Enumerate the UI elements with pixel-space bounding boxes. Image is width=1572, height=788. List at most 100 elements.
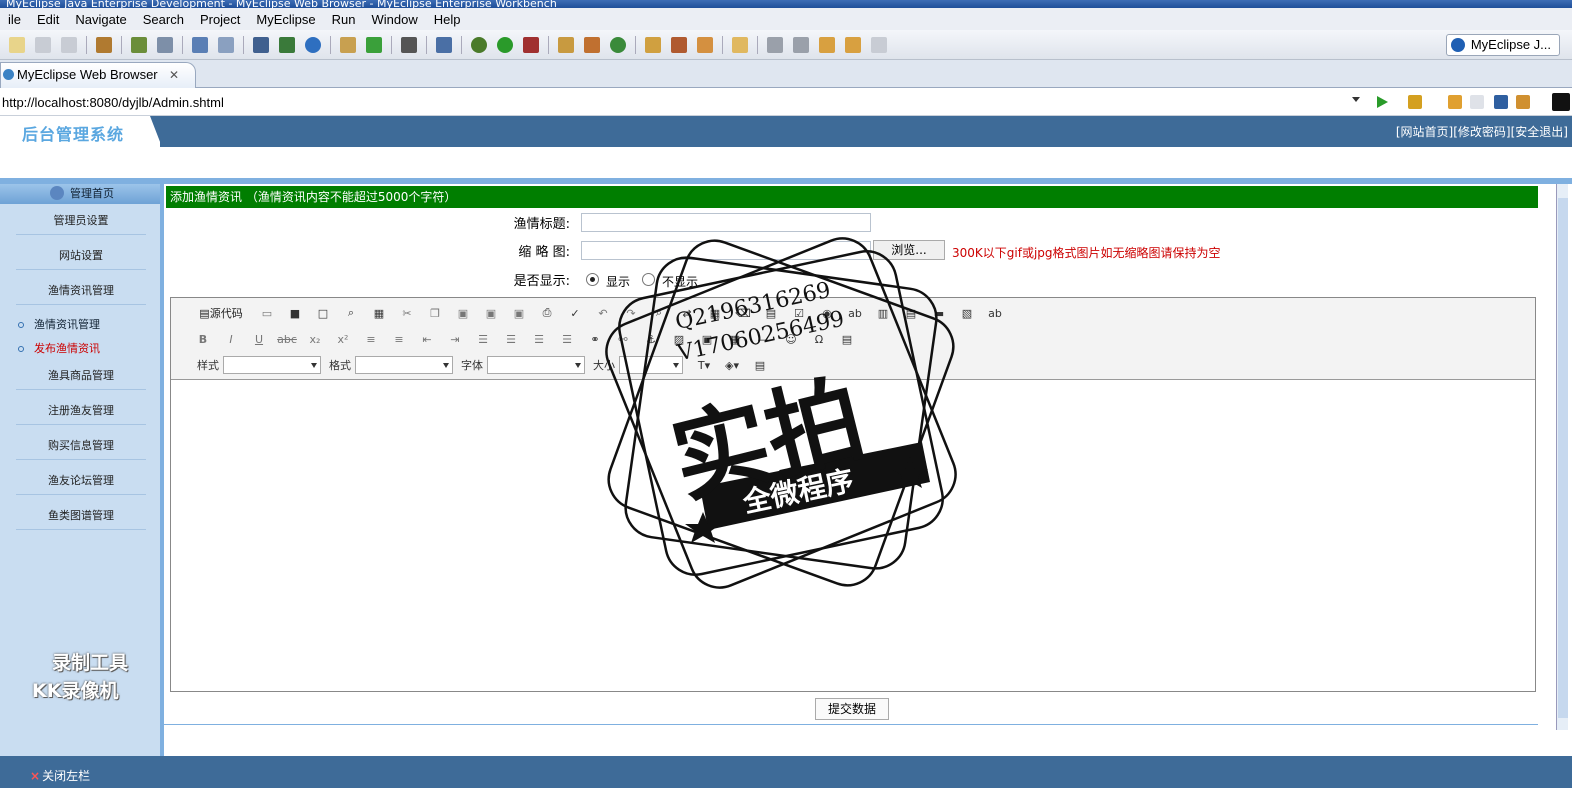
paste-text-icon[interactable]: ▣ xyxy=(480,303,502,323)
link-logout[interactable]: [安全退出] xyxy=(1511,125,1568,139)
table-icon[interactable]: ▦ xyxy=(724,329,746,349)
vertical-scrollbar[interactable] xyxy=(1556,184,1568,730)
globe-icon[interactable] xyxy=(305,36,321,53)
print-preview-icon[interactable]: ⌕ xyxy=(340,303,362,323)
select-all-icon[interactable]: ▦ xyxy=(704,303,726,323)
sidebar-item-purchases[interactable]: 购买信息管理 xyxy=(16,432,146,460)
folder-icon[interactable] xyxy=(340,36,356,53)
forward-icon[interactable] xyxy=(1470,95,1484,109)
forward-icon[interactable] xyxy=(871,36,887,53)
hr-icon[interactable]: — xyxy=(752,329,774,349)
pagebreak-icon[interactable]: ▤ xyxy=(836,329,858,349)
justify-icon[interactable]: ☰ xyxy=(556,329,578,349)
perspective-switcher[interactable]: MyEclipse J... xyxy=(1445,34,1560,56)
export-icon[interactable] xyxy=(279,36,295,53)
sidebar-subitem-publish-news[interactable]: 发布渔情资讯 xyxy=(18,340,100,356)
preview-icon[interactable]: ▭ xyxy=(256,303,278,323)
menu-search[interactable]: Search xyxy=(135,12,192,27)
sidebar-item-fishing-news[interactable]: 渔情资讯管理 xyxy=(16,277,146,305)
spellcheck-icon[interactable]: ✓ xyxy=(564,303,586,323)
unlink-icon[interactable]: ⚯ xyxy=(612,329,634,349)
browse-button[interactable]: 浏览... xyxy=(873,240,945,260)
last-edit-icon[interactable] xyxy=(819,36,835,53)
italic-icon[interactable]: I xyxy=(220,329,242,349)
underline-icon[interactable]: U xyxy=(248,329,270,349)
cut-icon[interactable]: ✂ xyxy=(396,303,418,323)
back-icon[interactable] xyxy=(845,36,861,53)
save-icon[interactable]: ■ xyxy=(284,303,306,323)
submit-button[interactable]: 提交数据 xyxy=(815,698,889,720)
link-site-home[interactable]: [网站首页] xyxy=(1396,125,1453,139)
menu-edit[interactable]: Edit xyxy=(29,12,67,27)
link-change-password[interactable]: [修改密码] xyxy=(1453,125,1510,139)
new-icon[interactable] xyxy=(9,36,25,53)
sidebar-item-admin-settings[interactable]: 管理员设置 xyxy=(16,207,146,235)
close-icon[interactable]: ✕ xyxy=(169,63,179,87)
database-icon[interactable] xyxy=(253,36,269,53)
stop-icon[interactable] xyxy=(1494,95,1508,109)
anchor-icon[interactable]: ⚓ xyxy=(640,329,662,349)
outdent-icon[interactable]: ⇤ xyxy=(416,329,438,349)
source-code-button[interactable]: ▤ 源代码 xyxy=(192,303,250,323)
save-icon[interactable] xyxy=(35,36,51,53)
menu-project[interactable]: Project xyxy=(192,12,248,27)
button-icon[interactable]: ▬ xyxy=(928,303,950,323)
redo-icon[interactable]: ↷ xyxy=(620,303,642,323)
next-annotation-icon[interactable] xyxy=(767,36,783,53)
align-left-icon[interactable]: ☰ xyxy=(472,329,494,349)
flash-icon[interactable]: ▣ xyxy=(696,329,718,349)
paste-icon[interactable]: ▣ xyxy=(452,303,474,323)
menu-run[interactable]: Run xyxy=(324,12,364,27)
close-left-panel-button[interactable]: × 关闭左栏 xyxy=(30,767,90,784)
special-char-icon[interactable]: Ω xyxy=(808,329,830,349)
text-color-icon[interactable]: T▾ xyxy=(693,355,715,375)
prev-annotation-icon[interactable] xyxy=(793,36,809,53)
bg-color-icon[interactable]: ◈▾ xyxy=(721,355,743,375)
show-yes-radio[interactable] xyxy=(586,273,599,286)
sidebar-item-forum[interactable]: 渔友论坛管理 xyxy=(16,467,146,495)
image-icon[interactable]: ▨ xyxy=(668,329,690,349)
radio-icon[interactable]: ◉ xyxy=(816,303,838,323)
sidebar-subitem-news-manage[interactable]: 渔情资讯管理 xyxy=(18,316,100,332)
editor-content-area[interactable] xyxy=(171,381,1535,691)
sidebar-item-site-settings[interactable]: 网站设置 xyxy=(16,242,146,270)
chevron-down-icon[interactable] xyxy=(1352,97,1360,102)
star-icon[interactable] xyxy=(1408,95,1422,109)
package-icon[interactable] xyxy=(96,36,112,53)
sidebar-head[interactable]: 管理首页 xyxy=(0,184,160,204)
font-select[interactable] xyxy=(487,356,585,374)
server-icon[interactable] xyxy=(157,36,173,53)
textarea-icon[interactable]: ▥ xyxy=(872,303,894,323)
show-no-radio[interactable] xyxy=(642,273,655,286)
back-icon[interactable] xyxy=(1448,95,1462,109)
align-center-icon[interactable]: ☰ xyxy=(500,329,522,349)
refresh-icon[interactable] xyxy=(1516,95,1530,109)
size-select[interactable] xyxy=(619,356,683,374)
run-external-icon[interactable] xyxy=(523,36,539,53)
sidebar-item-members[interactable]: 注册渔友管理 xyxy=(16,397,146,425)
undo-icon[interactable]: ↶ xyxy=(592,303,614,323)
menu-file[interactable]: ile xyxy=(0,12,29,27)
checkbox-icon[interactable]: ☑ xyxy=(788,303,810,323)
bug-icon[interactable] xyxy=(131,36,147,53)
find-icon[interactable]: ⌕ xyxy=(648,303,670,323)
sidebar-item-tackle-products[interactable]: 渔具商品管理 xyxy=(16,362,146,390)
hidden-field-icon[interactable]: ab xyxy=(984,303,1006,323)
template-icon[interactable]: ▦ xyxy=(368,303,390,323)
bold-icon[interactable]: B xyxy=(192,329,214,349)
subscript-icon[interactable]: x₂ xyxy=(304,329,326,349)
title-input[interactable] xyxy=(581,213,871,232)
run-icon[interactable] xyxy=(497,36,513,53)
unordered-list-icon[interactable]: ≡ xyxy=(388,329,410,349)
menu-myeclipse[interactable]: MyEclipse xyxy=(248,12,323,27)
image-button-icon[interactable]: ▧ xyxy=(956,303,978,323)
align-right-icon[interactable]: ☰ xyxy=(528,329,550,349)
select-field-icon[interactable]: ▤ xyxy=(900,303,922,323)
thumb-file-input[interactable] xyxy=(581,241,871,260)
camera-icon[interactable] xyxy=(401,36,417,53)
new-page-icon[interactable]: □ xyxy=(312,303,334,323)
search-folder-icon[interactable] xyxy=(697,36,713,53)
debug-icon[interactable] xyxy=(471,36,487,53)
print-icon[interactable] xyxy=(61,36,77,53)
menu-navigate[interactable]: Navigate xyxy=(67,12,134,27)
